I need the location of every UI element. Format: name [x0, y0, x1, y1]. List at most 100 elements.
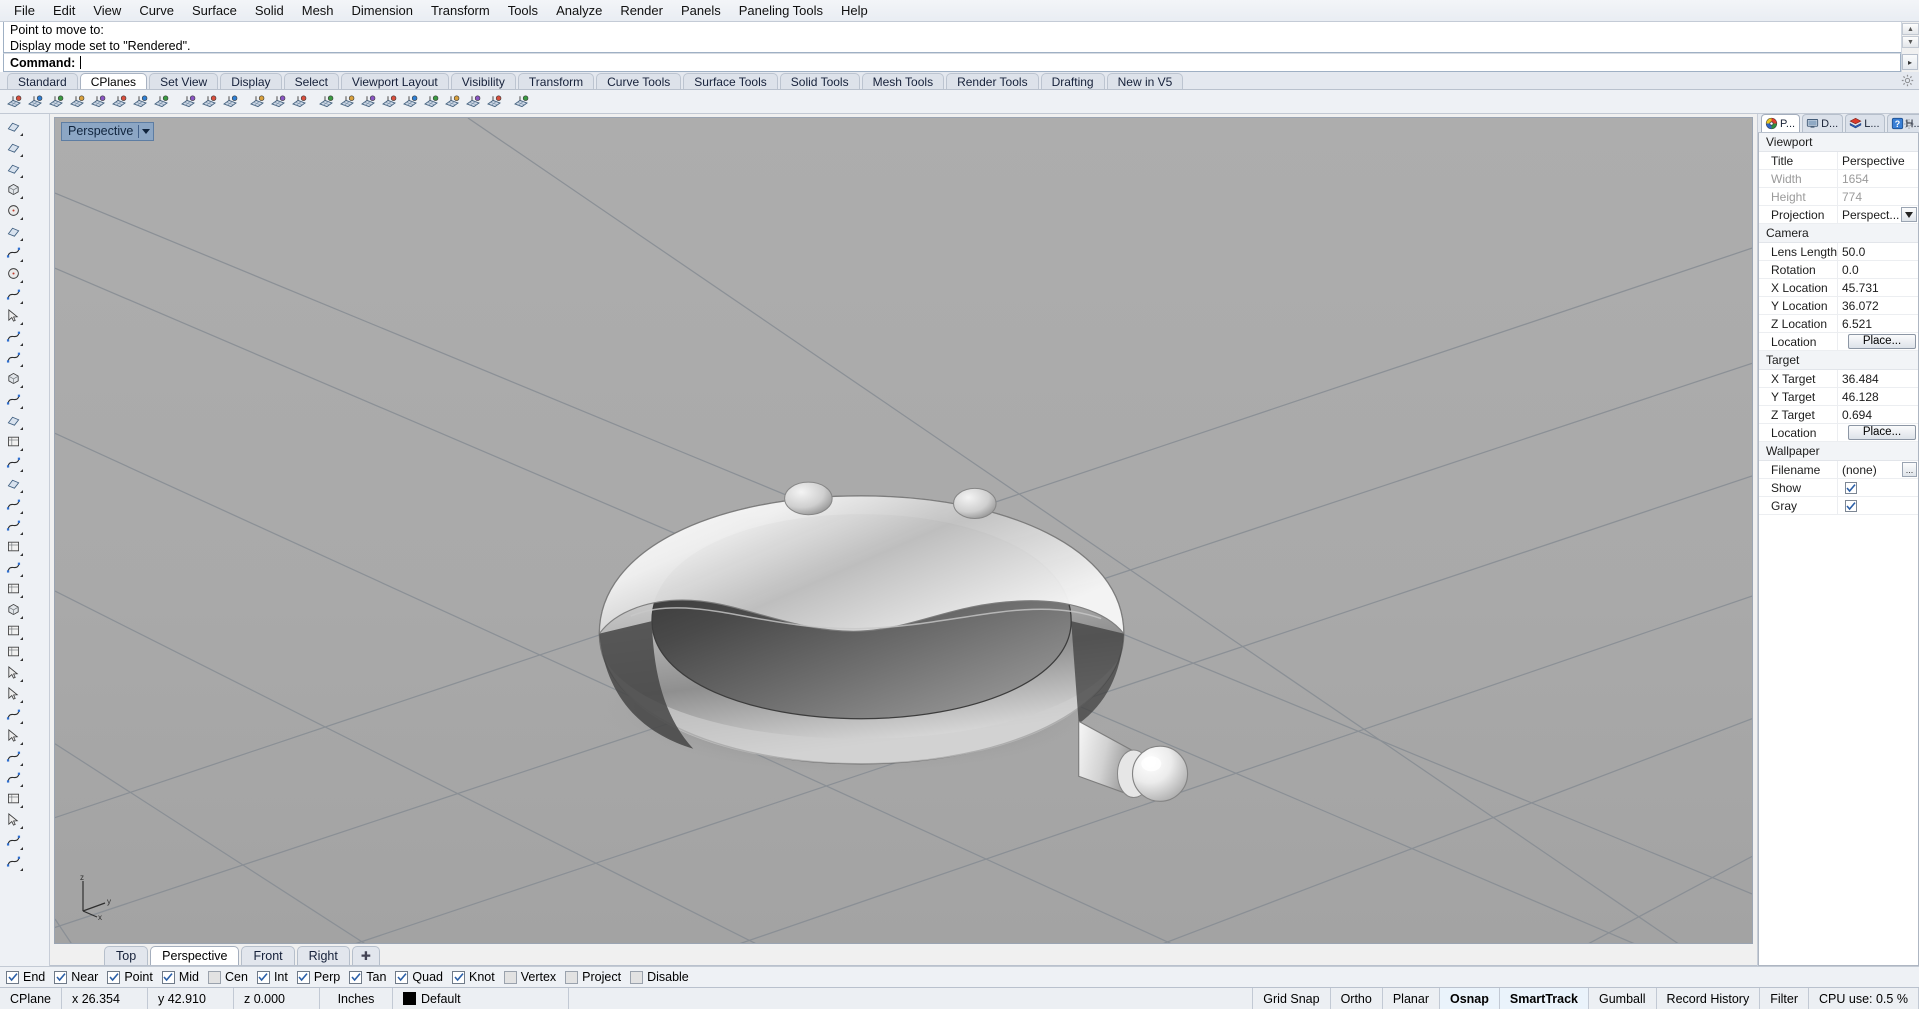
curve-interpolate-icon[interactable] — [1, 305, 25, 326]
property-value-z-target[interactable]: 0.694 — [1838, 406, 1918, 423]
viewport-3d-scene[interactable] — [55, 118, 1752, 944]
panel-options-gear-icon[interactable] — [1903, 118, 1915, 130]
array-polar-icon[interactable] — [1, 683, 25, 704]
osnap-perp[interactable]: Perp — [296, 970, 340, 984]
toolbar-tab-cplanes[interactable]: CPlanes — [79, 73, 148, 89]
dimension-linear-icon[interactable] — [1, 641, 25, 662]
toolbar-tab-display[interactable]: Display — [220, 73, 282, 89]
place-button[interactable]: Place... — [1848, 425, 1916, 440]
flyout-corner-icon[interactable] — [20, 847, 23, 850]
cplane-perp-curve-icon[interactable] — [109, 92, 129, 112]
panel-tab-display[interactable]: D... — [1802, 114, 1844, 132]
flyout-corner-icon[interactable] — [20, 805, 23, 808]
cplane-object-icon[interactable] — [46, 92, 66, 112]
cplane-prev-icon[interactable] — [220, 92, 240, 112]
arc-center-icon[interactable] — [1, 200, 25, 221]
flyout-corner-icon[interactable] — [20, 301, 23, 304]
menu-item-view[interactable]: View — [84, 1, 130, 21]
analyze-curvature-icon[interactable] — [1, 788, 25, 809]
cplane-to-world-top-icon[interactable] — [316, 92, 336, 112]
osnap-point[interactable]: Point — [107, 970, 153, 984]
flyout-corner-icon[interactable] — [20, 406, 23, 409]
chamfer-edge-icon[interactable] — [1, 557, 25, 578]
flyout-corner-icon[interactable] — [20, 196, 23, 199]
flyout-corner-icon[interactable] — [20, 700, 23, 703]
property-value-rotation[interactable]: 0.0 — [1838, 261, 1918, 278]
cplane-curve-icon[interactable] — [88, 92, 108, 112]
osnap-checkbox-cen[interactable] — [208, 970, 221, 984]
osnap-vertex[interactable]: Vertex — [503, 970, 556, 984]
boolean-diff-icon[interactable] — [1, 515, 25, 536]
flyout-corner-icon[interactable] — [20, 784, 23, 787]
browse-file-button[interactable]: ... — [1902, 462, 1917, 477]
cplane-to-world-front-icon[interactable] — [337, 92, 357, 112]
osnap-end[interactable]: End — [6, 970, 45, 984]
select-objects-icon[interactable] — [1, 116, 25, 137]
viewport-tab-right[interactable]: Right — [296, 946, 350, 965]
cplane-elevation-icon[interactable] — [151, 92, 171, 112]
cplane-rotate-icon[interactable] — [178, 92, 198, 112]
flyout-corner-icon[interactable] — [20, 532, 23, 535]
property-value-title[interactable]: Perspective — [1838, 152, 1918, 169]
toolbar-tab-transform[interactable]: Transform — [517, 73, 595, 89]
curve-freeform-icon[interactable] — [1, 179, 25, 200]
scroll-down-icon[interactable]: ▼ — [1902, 36, 1919, 48]
cplane-undo-icon[interactable] — [463, 92, 483, 112]
menu-item-dimension[interactable]: Dimension — [343, 1, 422, 21]
property-value-filename[interactable]: (none)... — [1838, 461, 1918, 478]
flyout-corner-icon[interactable] — [20, 238, 23, 241]
property-value-projection[interactable]: Perspect... — [1838, 206, 1918, 223]
toolbar-tab-drafting[interactable]: Drafting — [1040, 73, 1105, 89]
menu-item-curve[interactable]: Curve — [130, 1, 183, 21]
cplane-origin-icon[interactable] — [4, 92, 24, 112]
cplane-view-icon[interactable] — [130, 92, 150, 112]
osnap-checkbox-perp[interactable] — [296, 970, 310, 984]
cplane-next-icon[interactable] — [199, 92, 219, 112]
cplane-surface-icon[interactable] — [67, 92, 87, 112]
toolbar-tab-standard[interactable]: Standard — [7, 73, 78, 89]
array-linear-icon[interactable] — [1, 662, 25, 683]
osnap-int[interactable]: Int — [256, 970, 288, 984]
point-cloud-icon[interactable] — [1, 725, 25, 746]
ellipse-icon[interactable] — [1, 242, 25, 263]
status-toggle-record-history[interactable]: Record History — [1657, 988, 1761, 1009]
status-toggle-smarttrack[interactable]: SmartTrack — [1499, 988, 1589, 1009]
osnap-checkbox-mid[interactable] — [161, 970, 175, 984]
boolean-union-icon[interactable] — [1, 494, 25, 515]
cplane-grid-icon[interactable] — [511, 92, 531, 112]
menu-item-mesh[interactable]: Mesh — [293, 1, 343, 21]
flyout-corner-icon[interactable] — [20, 742, 23, 745]
box-solid-icon[interactable] — [1, 368, 25, 389]
viewport-tab-front[interactable]: Front — [241, 946, 295, 965]
flyout-corner-icon[interactable] — [20, 658, 23, 661]
select-points-icon[interactable] — [1, 137, 25, 158]
flyout-corner-icon[interactable] — [20, 616, 23, 619]
property-value-x-location[interactable]: 45.731 — [1838, 279, 1918, 296]
status-toggle-ortho[interactable]: Ortho — [1331, 988, 1383, 1009]
osnap-near[interactable]: Near — [54, 970, 98, 984]
status-toggle-filter[interactable]: Filter — [1760, 988, 1809, 1009]
sphere-solid-icon[interactable] — [1, 389, 25, 410]
flyout-corner-icon[interactable] — [20, 721, 23, 724]
flyout-corner-icon[interactable] — [20, 259, 23, 262]
render-setup-icon[interactable] — [1, 767, 25, 788]
menu-item-file[interactable]: File — [5, 1, 44, 21]
osnap-checkbox-end[interactable] — [6, 970, 19, 984]
osnap-disable[interactable]: Disable — [630, 970, 689, 984]
flyout-corner-icon[interactable] — [20, 385, 23, 388]
osnap-knot[interactable]: Knot — [452, 970, 495, 984]
toolbar-tab-mesh-tools[interactable]: Mesh Tools — [861, 73, 945, 89]
viewport-tab-perspective[interactable]: Perspective — [150, 946, 240, 965]
extrude-solid-icon[interactable] — [1, 452, 25, 473]
viewport-tab-top[interactable]: Top — [104, 946, 149, 965]
menu-item-paneling-tools[interactable]: Paneling Tools — [730, 1, 832, 21]
toolbar-tab-render-tools[interactable]: Render Tools — [946, 73, 1039, 89]
add-viewport-tab-icon[interactable]: ✚ — [351, 946, 380, 965]
menu-item-solid[interactable]: Solid — [246, 1, 293, 21]
flyout-corner-icon[interactable] — [20, 133, 23, 136]
status-toggle-grid-snap[interactable]: Grid Snap — [1253, 988, 1331, 1009]
flyout-corner-icon[interactable] — [20, 364, 23, 367]
named-cplane-icon[interactable] — [247, 92, 267, 112]
property-value-location[interactable]: Place... — [1838, 424, 1918, 441]
flyout-corner-icon[interactable] — [20, 868, 23, 871]
